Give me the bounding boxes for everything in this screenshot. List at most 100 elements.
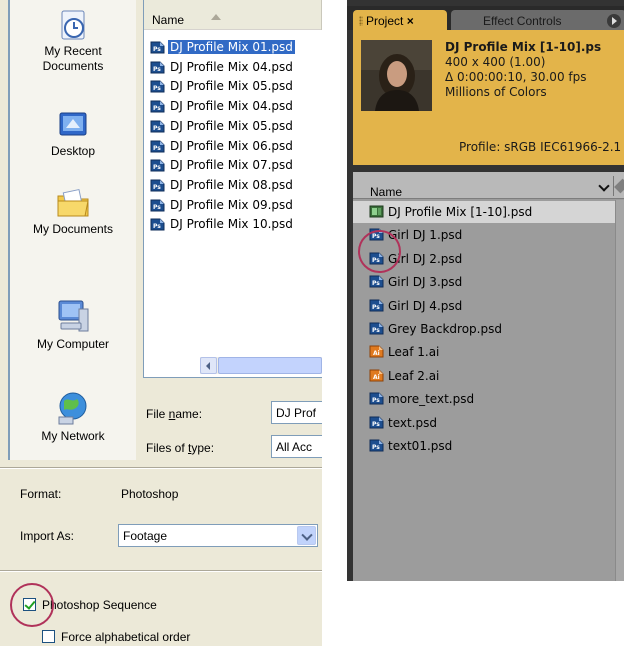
force-alphabetical-checkbox[interactable] [42,630,55,643]
file-name: DJ Profile Mix 06.psd [170,138,293,153]
file-list-item[interactable]: Ps DJ Profile Mix 04.psd [150,58,320,76]
svg-text:Ps: Ps [153,184,161,191]
place-label: Desktop [50,144,96,158]
place-label: My Documents [32,222,114,236]
file-list-item[interactable]: Ps DJ Profile Mix 01.psd [150,38,320,56]
footage-sequence-icon [369,205,384,218]
file-list[interactable]: Name Ps DJ Profile Mix 01.psd Ps DJ Profile… [143,0,322,378]
close-tab-icon[interactable]: × [407,14,414,28]
place-my-network[interactable]: My Network [10,389,136,444]
file-list-item[interactable]: Ps DJ Profile Mix 10.psd [150,215,320,233]
my-documents-icon [57,188,89,217]
label-tag-icon[interactable] [614,178,624,194]
photoshop-file-icon: Ps [150,80,165,93]
format-label: Format: [20,487,62,501]
project-item-row[interactable]: Ai Leaf 2.ai [353,365,615,387]
svg-text:Ps: Ps [153,204,161,211]
svg-text:Ps: Ps [372,280,380,287]
svg-text:Ps: Ps [153,223,161,230]
svg-text:Ps: Ps [153,66,161,73]
photoshop-file-icon: Ps [150,120,165,133]
format-value: Photoshop [121,487,179,501]
item-color-profile: Profile: sRGB IEC61966-2.1 [459,140,622,154]
project-item-name: DJ Profile Mix [1-10].psd [388,205,533,219]
photoshop-file-icon: Ps [150,179,165,192]
highlight-ring [10,583,54,627]
file-list-header: Name [144,0,322,30]
project-item-row[interactable]: Ps Girl DJ 4.psd [353,295,615,317]
divider [0,467,322,469]
file-list-item[interactable]: Ps DJ Profile Mix 08.psd [150,176,320,194]
sort-ascending-icon [211,14,221,20]
grip-icon [359,16,363,26]
project-panel: Project × Effect Controls DJ Profile Mix… [347,0,624,581]
photoshop-file-icon: Ps [369,439,384,452]
illustrator-file-icon: Ai [369,345,384,358]
photoshop-file-icon: Ps [369,322,384,335]
file-list-item[interactable]: Ps DJ Profile Mix 04.psd [150,97,320,115]
svg-text:Ps: Ps [153,145,161,152]
file-list-item[interactable]: Ps DJ Profile Mix 07.psd [150,156,320,174]
name-column-header[interactable]: Name [144,0,322,30]
file-list-item[interactable]: Ps DJ Profile Mix 05.psd [150,77,320,95]
file-name: DJ Profile Mix 09.psd [170,197,293,212]
project-item-row[interactable]: Ps Girl DJ 3.psd [353,271,615,293]
file-list-item[interactable]: Ps DJ Profile Mix 09.psd [150,196,320,214]
file-list-item[interactable]: Ps DJ Profile Mix 06.psd [150,137,320,155]
project-item-row[interactable]: Ps text01.psd [353,435,615,457]
tab-effect-controls[interactable]: Effect Controls [451,10,624,32]
scroll-left-button[interactable] [200,357,217,374]
file-name: DJ Profile Mix 07.psd [170,158,293,173]
file-name-label: File name: [146,407,203,421]
project-item-name: Girl DJ 1.psd [388,228,463,243]
force-alphabetical-label: Force alphabetical order [61,630,191,644]
files-of-type-select[interactable]: All Acc [271,435,322,458]
place-desktop[interactable]: Desktop [10,108,136,159]
chevron-down-icon[interactable] [598,180,610,192]
svg-text:Ps: Ps [153,46,161,53]
file-name: DJ Profile Mix 08.psd [170,177,293,192]
project-item-name: Grey Backdrop.psd [388,322,502,336]
illustrator-file-icon: Ai [369,369,384,382]
svg-text:Ps: Ps [153,125,161,132]
photoshop-file-icon: Ps [369,392,384,405]
highlight-ring [358,230,401,273]
place-my-computer[interactable]: My Computer [10,297,136,352]
project-item-row[interactable]: Ps more_text.psd [353,388,615,410]
project-item-name: more_text.psd [388,392,475,407]
project-item-row[interactable]: DJ Profile Mix [1-10].psd [353,201,615,223]
import-as-select[interactable]: Footage [118,524,318,547]
photoshop-file-icon: Ps [150,41,165,54]
place-label: My Computer [36,337,110,351]
horizontal-scrollbar[interactable] [200,357,322,374]
svg-text:Ps: Ps [372,444,380,451]
import-file-dialog: My Recent Documents Desktop My Documents [0,0,322,646]
project-item-name: Leaf 1.ai [388,345,440,360]
project-item-name: Girl DJ 4.psd [388,298,463,313]
project-item-row[interactable]: Ps text.psd [353,412,615,434]
file-name: DJ Profile Mix 04.psd [170,99,293,114]
project-item-row[interactable]: Ps Grey Backdrop.psd [353,318,615,340]
project-item-row[interactable]: Ai Leaf 1.ai [353,341,615,363]
svg-text:Ps: Ps [372,327,380,334]
photoshop-file-icon: Ps [150,159,165,172]
project-item-name: Leaf 2.ai [388,368,440,383]
chevron-down-icon[interactable] [297,526,316,545]
file-list-item[interactable]: Ps DJ Profile Mix 05.psd [150,117,320,135]
tab-project[interactable]: Project × [353,10,447,32]
file-name: DJ Profile Mix 01.psd [168,40,295,54]
panel-menu-icon[interactable] [607,14,621,28]
place-recent-documents[interactable]: My Recent Documents [10,8,136,74]
place-my-documents[interactable]: My Documents [10,186,136,237]
my-network-icon [58,392,87,425]
project-item-list[interactable]: Name DJ Profile Mix [1-10].psd Ps Girl DJ … [353,172,624,581]
scrollbar-thumb[interactable] [218,357,322,374]
footage-thumbnail [361,40,432,111]
file-name-input[interactable]: DJ Prof [271,401,322,424]
svg-text:Ps: Ps [372,397,380,404]
name-column-header[interactable]: Name [353,172,624,199]
photoshop-file-icon: Ps [150,61,165,74]
label-column [615,200,624,581]
my-computer-icon [58,300,89,332]
file-name: DJ Profile Mix 04.psd [170,59,293,74]
